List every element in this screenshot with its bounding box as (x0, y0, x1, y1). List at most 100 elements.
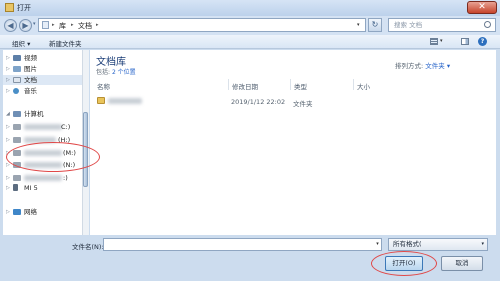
documents-library-icon (13, 77, 21, 83)
filename-label: 文件名(N): (72, 243, 104, 251)
file-list-pane (90, 50, 496, 235)
expand-icon: ▷ (6, 88, 10, 94)
breadcrumb-separator-icon: ▸ (71, 22, 74, 28)
refresh-button[interactable]: ↻ (368, 18, 382, 32)
close-button[interactable]: ✕ (467, 1, 497, 14)
address-row: ◀ ▶ ▾ ▸ 库 ▸ 文档 ▸ ▾ ↻ 搜索 文档 (0, 16, 500, 35)
annotation-ellipse (6, 142, 100, 172)
collapse-icon: ◢ (6, 111, 10, 117)
music-library-icon (13, 88, 19, 94)
column-divider (290, 79, 291, 90)
title-bar: 打开 ✕ (0, 0, 500, 16)
includes-label: 包括: (96, 69, 111, 76)
column-header-size[interactable]: 大小 (357, 81, 370, 91)
help-icon[interactable]: ? (478, 37, 487, 46)
folder-icon (5, 3, 14, 12)
sidebar-item-label: 图片 (24, 65, 37, 73)
sidebar-item-drive-c[interactable]: ▷ C:) (3, 122, 82, 132)
organize-button[interactable]: 组织 ▾ (12, 38, 30, 48)
arrange-dropdown[interactable]: 文件夹 ▾ (425, 62, 450, 70)
command-bar: 组织 ▾ 新建文件夹 ▾ ? (0, 35, 500, 49)
view-dropdown-icon[interactable]: ▾ (440, 38, 443, 44)
breadcrumb-documents[interactable]: 文档 (78, 21, 92, 31)
sidebar-item-label: 文档 (24, 76, 37, 84)
network-icon (13, 209, 21, 215)
video-library-icon (13, 55, 21, 61)
expand-icon: ▷ (6, 209, 10, 215)
sidebar-item-label: 音乐 (24, 87, 37, 95)
refresh-icon: ↻ (371, 20, 379, 29)
computer-icon (13, 111, 21, 117)
chevron-down-icon: ▾ (481, 241, 484, 247)
new-folder-button[interactable]: 新建文件夹 (49, 38, 82, 48)
cancel-button[interactable]: 取消 (441, 256, 483, 271)
breadcrumb-library[interactable]: 库 (59, 21, 66, 31)
search-icon (484, 21, 491, 28)
includes-locations-link[interactable]: 2 个位置 (112, 69, 136, 76)
library-includes: 包括: 2 个位置 (96, 67, 136, 76)
address-bar[interactable]: ▸ 库 ▸ 文档 ▸ ▾ (38, 18, 366, 32)
expand-icon: ▷ (6, 124, 10, 130)
column-divider (228, 79, 229, 90)
drive-icon (13, 175, 21, 181)
expand-icon: ▷ (6, 175, 10, 181)
sidebar-item-mi5[interactable]: ▷ MI 5 (3, 183, 82, 193)
expand-icon: ▷ (6, 137, 10, 143)
picture-library-icon (13, 66, 21, 72)
sidebar-item-label: :) (63, 174, 68, 182)
close-icon: ✕ (478, 2, 486, 12)
breadcrumb-separator-icon: ▸ (96, 22, 99, 28)
sidebar-item-documents[interactable]: ▷ 文档 (3, 75, 82, 85)
sidebar-item-videos[interactable]: ▷ 视频 (3, 53, 82, 63)
sidebar-item-label: MI 5 (24, 184, 38, 192)
arrange-by: 排列方式: 文件夹 ▾ (395, 60, 450, 70)
preview-pane-icon[interactable] (461, 38, 469, 45)
change-view-icon[interactable] (430, 38, 438, 45)
filename-dropdown-icon[interactable]: ▾ (374, 239, 381, 250)
row-type: 文件夹 (293, 100, 313, 108)
sidebar-item-computer[interactable]: ◢ 计算机 (3, 109, 82, 119)
sidebar-item-label: 网络 (24, 208, 37, 216)
sidebar-item-label: 计算机 (24, 110, 44, 118)
window-title: 打开 (17, 4, 31, 12)
file-type-filter[interactable]: 所有格式( ▾ (388, 238, 488, 251)
phone-icon (13, 184, 18, 191)
recent-pages-icon[interactable]: ▾ (33, 21, 36, 27)
blurred-drive-name (24, 175, 62, 181)
expand-icon: ▷ (6, 66, 10, 72)
blurred-drive-name (24, 124, 62, 130)
back-arrow-icon: ◀ (7, 21, 14, 30)
sidebar-item-network[interactable]: ▷ 网络 (3, 207, 82, 217)
address-dropdown-icon[interactable]: ▾ (357, 22, 360, 28)
breadcrumb-separator-icon: ▸ (52, 22, 55, 28)
library-icon (42, 21, 49, 29)
sidebar-item-label: C:) (61, 123, 71, 131)
annotation-ellipse (371, 251, 437, 276)
column-divider (353, 79, 354, 90)
back-button[interactable]: ◀ (4, 19, 17, 32)
open-dialog: 打开 ✕ ◀ ▶ ▾ ▸ 库 ▸ 文档 ▸ ▾ ↻ 搜索 文档 组织 ▾ 新建文… (0, 0, 500, 281)
forward-arrow-icon: ▶ (22, 21, 29, 30)
sidebar-item-label: 视频 (24, 54, 37, 62)
drive-icon (13, 137, 21, 143)
search-input[interactable]: 搜索 文档 (388, 18, 496, 32)
column-header-type[interactable]: 类型 (294, 81, 307, 91)
column-header-name[interactable]: 名称 (97, 81, 110, 91)
forward-button[interactable]: ▶ (19, 19, 32, 32)
expand-icon: ▷ (6, 185, 10, 191)
column-header-date[interactable]: 修改日期 (232, 81, 258, 91)
arrange-label: 排列方式: (395, 62, 424, 70)
file-type-filter-label: 所有格式( (393, 240, 422, 248)
sidebar-item-pictures[interactable]: ▷ 图片 (3, 64, 82, 74)
sidebar-item-music[interactable]: ▷ 音乐 (3, 86, 82, 96)
drive-icon (13, 124, 21, 130)
row-modified-date: 2019/1/12 22:02 (231, 98, 286, 106)
expand-icon: ▷ (6, 77, 10, 83)
blurred-folder-name (108, 98, 142, 104)
filename-input[interactable] (103, 238, 382, 251)
folder-icon (97, 97, 105, 104)
sidebar-item-drive-other[interactable]: ▷ :) (3, 173, 82, 183)
expand-icon: ▷ (6, 55, 10, 61)
library-title: 文档库 (96, 57, 126, 68)
search-placeholder: 搜索 文档 (394, 21, 423, 29)
